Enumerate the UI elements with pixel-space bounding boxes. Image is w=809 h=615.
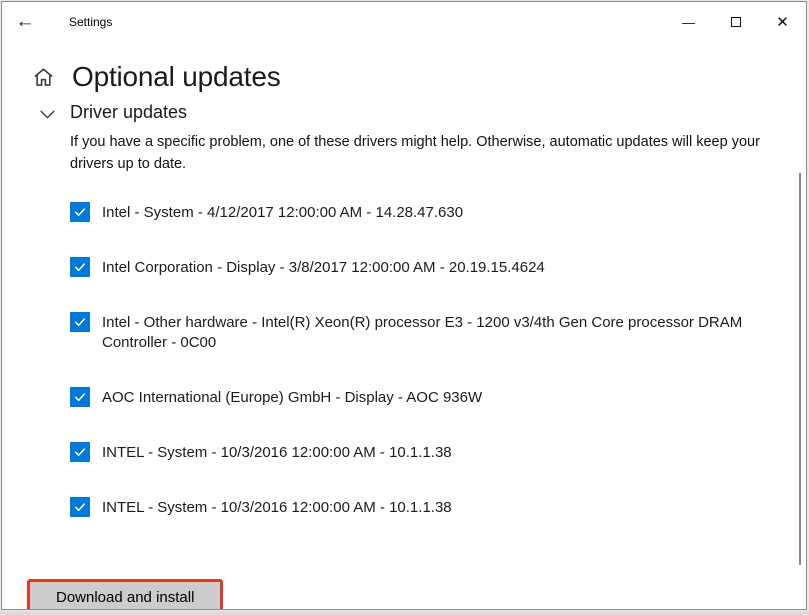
- checkmark-icon: [74, 448, 86, 457]
- update-label: Intel Corporation - Display - 3/8/2017 1…: [102, 259, 545, 276]
- titlebar: ← Settings — ✕: [2, 2, 806, 42]
- page-header: Optional updates: [32, 61, 806, 93]
- driver-update-list: Intel - System - 4/12/2017 12:00:00 AM -…: [2, 202, 806, 518]
- back-arrow-icon: ←: [15, 11, 35, 32]
- update-checkbox[interactable]: [70, 257, 90, 277]
- checkmark-icon: [74, 393, 86, 402]
- driver-updates-section-header[interactable]: Driver updates: [39, 102, 806, 123]
- driver-update-row[interactable]: Intel Corporation - Display - 3/8/2017 1…: [2, 257, 806, 278]
- driver-update-row[interactable]: INTEL - System - 10/3/2016 12:00:00 AM -…: [2, 442, 806, 463]
- update-checkbox[interactable]: [70, 497, 90, 517]
- screenshot-bottom-edge: [0, 611, 809, 615]
- close-button[interactable]: ✕: [759, 2, 806, 42]
- back-button[interactable]: ←: [2, 2, 48, 42]
- minimize-icon: —: [682, 14, 695, 30]
- update-label: Intel - System - 4/12/2017 12:00:00 AM -…: [102, 204, 464, 221]
- checkmark-icon: [74, 318, 86, 327]
- page-title: Optional updates: [72, 61, 281, 92]
- close-icon: ✕: [776, 14, 789, 31]
- update-checkbox[interactable]: [70, 202, 90, 222]
- update-checkbox[interactable]: [70, 387, 90, 407]
- maximize-button[interactable]: [712, 2, 759, 42]
- section-description: If you have a specific problem, one of t…: [70, 134, 760, 172]
- checkmark-icon: [74, 208, 86, 217]
- chevron-down-icon: [40, 110, 55, 118]
- update-label: INTEL - System - 10/3/2016 12:00:00 AM -…: [102, 444, 452, 461]
- home-icon: [34, 67, 53, 86]
- checkmark-icon: [74, 503, 86, 512]
- update-label: Intel - Other hardware - Intel(R) Xeon(R…: [102, 314, 743, 351]
- update-checkbox[interactable]: [70, 442, 90, 462]
- section-title: Driver updates: [70, 102, 188, 122]
- window-controls: — ✕: [665, 2, 806, 42]
- download-and-install-button[interactable]: Download and install: [30, 582, 221, 609]
- scrollbar-thumb[interactable]: [799, 173, 801, 565]
- maximize-icon: [730, 17, 741, 27]
- driver-update-row[interactable]: INTEL - System - 10/3/2016 12:00:00 AM -…: [2, 497, 806, 518]
- checkmark-icon: [74, 263, 86, 272]
- driver-update-row[interactable]: Intel - System - 4/12/2017 12:00:00 AM -…: [2, 202, 806, 223]
- update-label: INTEL - System - 10/3/2016 12:00:00 AM -…: [102, 499, 452, 516]
- window-title: Settings: [69, 15, 113, 29]
- driver-update-row[interactable]: Intel - Other hardware - Intel(R) Xeon(R…: [2, 312, 806, 353]
- annotation-highlight: Download and install: [27, 579, 224, 609]
- update-label: AOC International (Europe) GmbH - Displa…: [102, 389, 483, 406]
- driver-update-row[interactable]: AOC International (Europe) GmbH - Displa…: [2, 387, 806, 408]
- settings-window: ← Settings — ✕ Optional updates Driver u…: [1, 1, 807, 610]
- minimize-button[interactable]: —: [665, 2, 712, 42]
- update-checkbox[interactable]: [70, 312, 90, 332]
